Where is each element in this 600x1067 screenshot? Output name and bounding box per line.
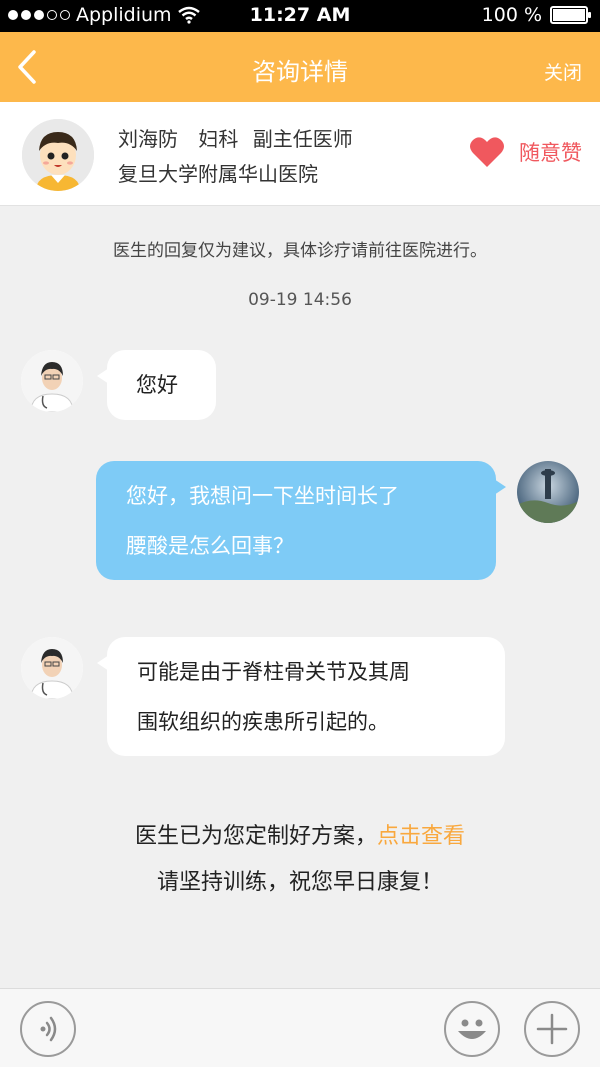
plan-encouragement: 请坚持训练，祝您早日康复！ <box>156 870 443 895</box>
doctor-title: 副主任医师 <box>252 127 353 151</box>
message-text: 腰酸是怎么回事？ <box>126 534 294 558</box>
input-bar <box>0 988 600 1067</box>
message-bubble-user: 您好，我想问一下坐时间长了 腰酸是怎么回事？ <box>96 461 506 580</box>
message-timestamp: 09-19 14:56 <box>248 290 352 310</box>
message-text: 围软组织的疾患所引起的。 <box>137 710 389 734</box>
smiley-icon <box>458 1019 486 1039</box>
emoji-button[interactable] <box>444 1001 500 1057</box>
doctor-photo-avatar[interactable] <box>21 637 83 699</box>
voice-icon <box>40 1016 57 1042</box>
doctor-name: 刘海防 <box>118 127 178 151</box>
message-bubble-doctor: 可能是由于脊柱骨关节及其周 围软组织的疾患所引起的。 <box>97 637 505 756</box>
battery-icon <box>550 6 591 24</box>
plus-icon <box>536 1013 568 1045</box>
doctor-department: 妇科 <box>198 127 239 151</box>
like-label: 随意赞 <box>519 141 582 165</box>
message-text: 您好，我想问一下坐时间长了 <box>126 484 399 508</box>
voice-button[interactable] <box>20 1001 76 1057</box>
close-button[interactable]: 关闭 <box>544 58 582 85</box>
like-button[interactable]: 随意赞 <box>469 136 582 168</box>
doctor-photo-avatar[interactable] <box>21 350 83 412</box>
battery-percent: 100 % <box>481 4 542 26</box>
page-title: 咨询详情 <box>252 58 348 86</box>
message-bubble-doctor: 您好 <box>97 350 216 420</box>
plan-text: 医生已为您定制好方案， <box>134 824 377 849</box>
add-button[interactable] <box>524 1001 580 1057</box>
doctor-hospital: 复旦大学附属华山医院 <box>118 162 318 186</box>
message-text: 可能是由于脊柱骨关节及其周 <box>137 660 410 684</box>
user-avatar[interactable] <box>517 461 579 523</box>
doctor-cartoon-avatar[interactable] <box>22 119 94 191</box>
message-text: 您好 <box>136 373 178 397</box>
plan-notice: 医生已为您定制好方案，点击查看 请坚持训练，祝您早日康复！ <box>0 814 600 906</box>
view-plan-link[interactable]: 点击查看 <box>377 824 465 849</box>
navigation-bar: 咨询详情 关闭 <box>0 32 600 102</box>
status-bar: Applidium 11:27 AM 100 % <box>0 0 600 32</box>
doctor-header: 刘海防 妇科 副主任医师 复旦大学附属华山医院 随意赞 <box>0 102 600 206</box>
disclaimer-notice: 医生的回复仅为建议，具体诊疗请前往医院进行。 <box>113 241 487 261</box>
heart-icon <box>470 137 504 167</box>
